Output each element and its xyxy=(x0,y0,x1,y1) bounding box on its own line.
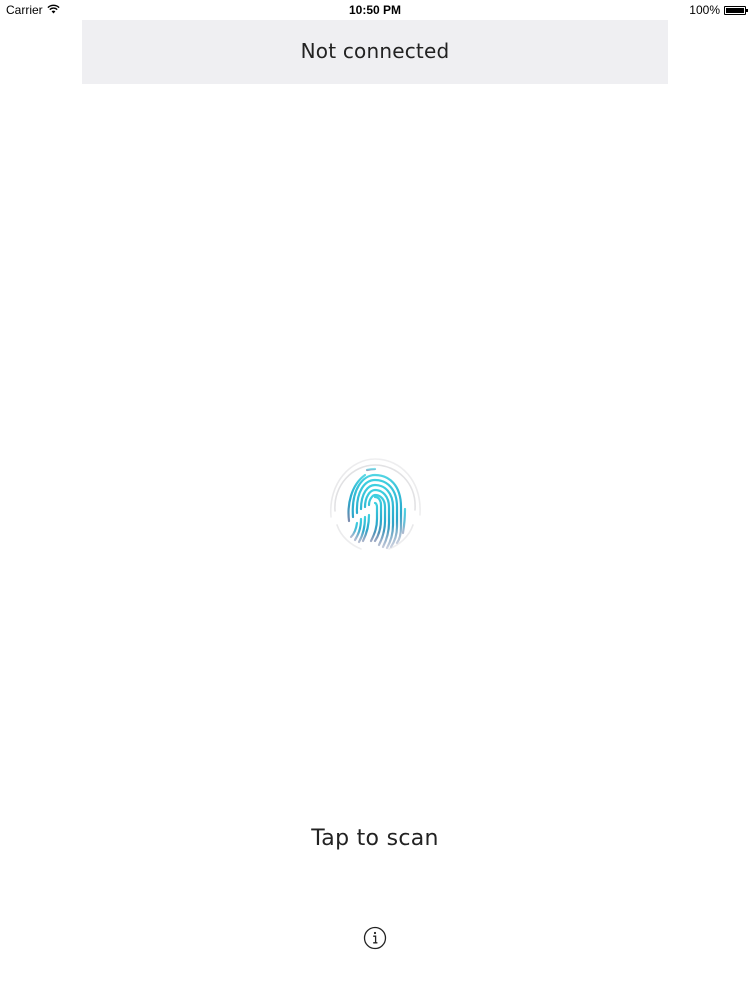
battery-fill xyxy=(726,7,744,13)
status-time: 10:50 PM xyxy=(348,3,402,17)
status-bar: Carrier 10:50 PM 100% xyxy=(0,0,750,20)
app-screen: Carrier 10:50 PM 100% Not connected Tap … xyxy=(0,0,750,1000)
battery-tip xyxy=(746,8,748,12)
battery-icon xyxy=(724,5,748,15)
status-right: 100% xyxy=(689,3,748,17)
info-button[interactable] xyxy=(363,926,387,950)
connection-status-title: Not connected xyxy=(300,39,450,63)
fingerprint-icon xyxy=(330,458,421,550)
battery-percent: 100% xyxy=(689,3,720,17)
tap-to-scan-label: Tap to scan xyxy=(311,826,439,851)
info-icon xyxy=(363,926,387,950)
connection-header: Not connected xyxy=(82,20,668,84)
fingerprint-scan-button[interactable] xyxy=(325,455,425,555)
